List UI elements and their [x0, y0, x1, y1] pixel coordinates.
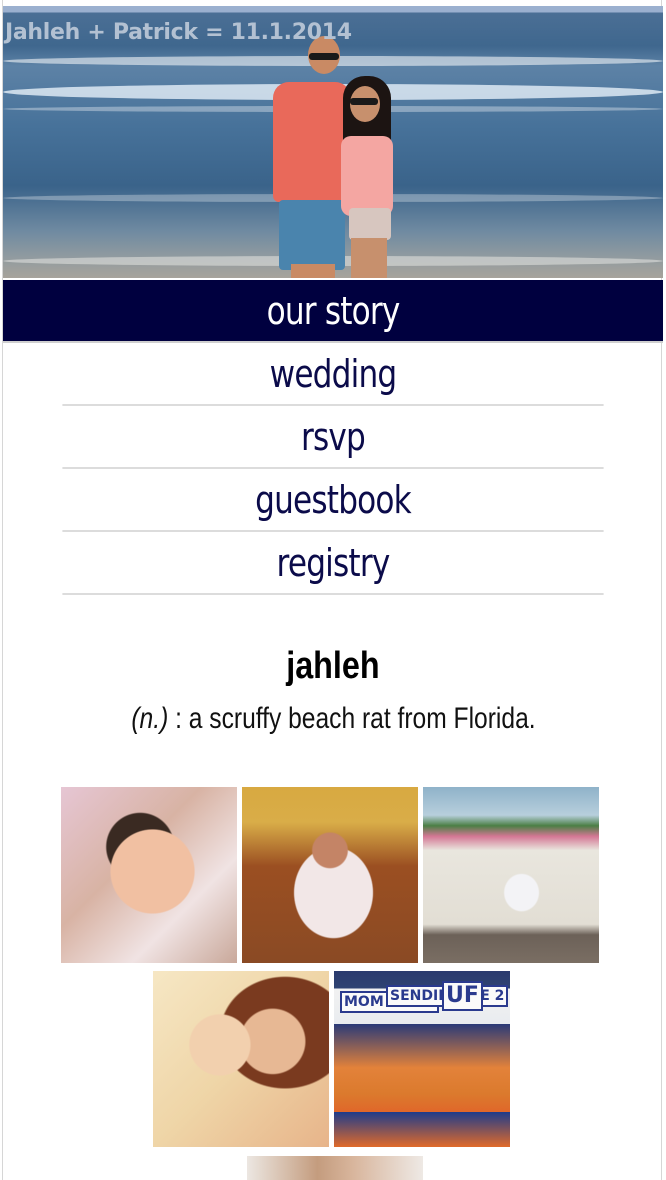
- man-shirt: [273, 82, 351, 202]
- page-frame: Jahleh + Patrick = 11.1.2014 our story w…: [2, 0, 663, 1180]
- definition-meaning: : a scruffy beach rat from Florida.: [167, 702, 536, 735]
- part-of-speech: (n.): [130, 702, 168, 735]
- nav-item-label: our story: [266, 288, 401, 333]
- definition-line: (n.) : a scruffy beach rat from Florida.: [131, 702, 535, 736]
- nav-item-guestbook[interactable]: guestbook: [62, 469, 604, 532]
- nav-item-wedding[interactable]: wedding: [62, 343, 604, 406]
- nav-item-our-story[interactable]: our story: [3, 280, 663, 343]
- gallery-photo-gators-fans[interactable]: MOM THX 4 SENDING ME 2 UF: [334, 971, 510, 1147]
- site-title[interactable]: Jahleh + Patrick = 11.1.2014: [5, 20, 352, 45]
- man-legs: [291, 264, 335, 278]
- sunglasses: [309, 53, 339, 60]
- sign: UF: [442, 981, 483, 1011]
- woman-shorts: [349, 208, 391, 240]
- woman-legs: [351, 238, 387, 278]
- gallery-photo-girl-sailor-dress[interactable]: [423, 787, 599, 963]
- gallery-photo-bunny-costume[interactable]: [242, 787, 418, 963]
- man-shorts: [279, 200, 345, 270]
- gallery-photo-mother-daughter[interactable]: [153, 971, 329, 1147]
- definition-block: jahleh (n.) : a scruffy beach rat from F…: [3, 645, 663, 736]
- nav-item-rsvp[interactable]: rsvp: [62, 406, 604, 469]
- hero-photo: Jahleh + Patrick = 11.1.2014: [3, 6, 663, 278]
- sunglasses: [350, 98, 378, 105]
- definition-word: jahleh: [286, 645, 380, 687]
- main-nav: our story wedding rsvp guestbook registr…: [3, 280, 663, 595]
- nav-item-registry[interactable]: registry: [62, 532, 604, 595]
- gallery-photo-partial[interactable]: [247, 1156, 423, 1180]
- woman-top: [341, 136, 393, 216]
- gallery-photo-baby-laughing[interactable]: [61, 787, 237, 963]
